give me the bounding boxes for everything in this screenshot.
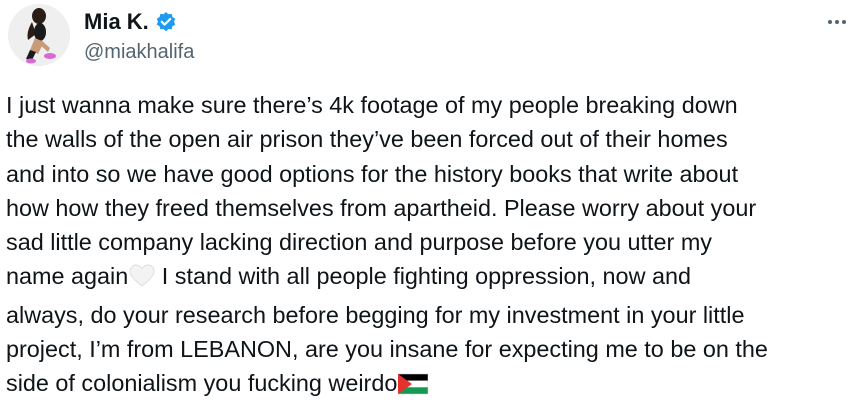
palestine-flag-emoji-icon: [398, 370, 429, 404]
verified-badge-icon: [155, 11, 177, 33]
author-handle[interactable]: @miakhalifa: [84, 40, 194, 64]
author-name[interactable]: Mia K.: [84, 10, 149, 34]
avatar-image: [8, 4, 70, 66]
tweet-text: I just wanna make sure there’s 4k footag…: [6, 88, 862, 405]
avatar[interactable]: [8, 4, 70, 66]
more-horizontal-icon[interactable]: [821, 12, 853, 32]
tweet-text-part1: I just wanna make sure there’s 4k footag…: [6, 92, 757, 290]
white-heart-emoji-icon: [129, 263, 155, 297]
tweet-header: Mia K. @miakhalifa: [8, 4, 857, 66]
name-row: Mia K.: [84, 10, 177, 34]
